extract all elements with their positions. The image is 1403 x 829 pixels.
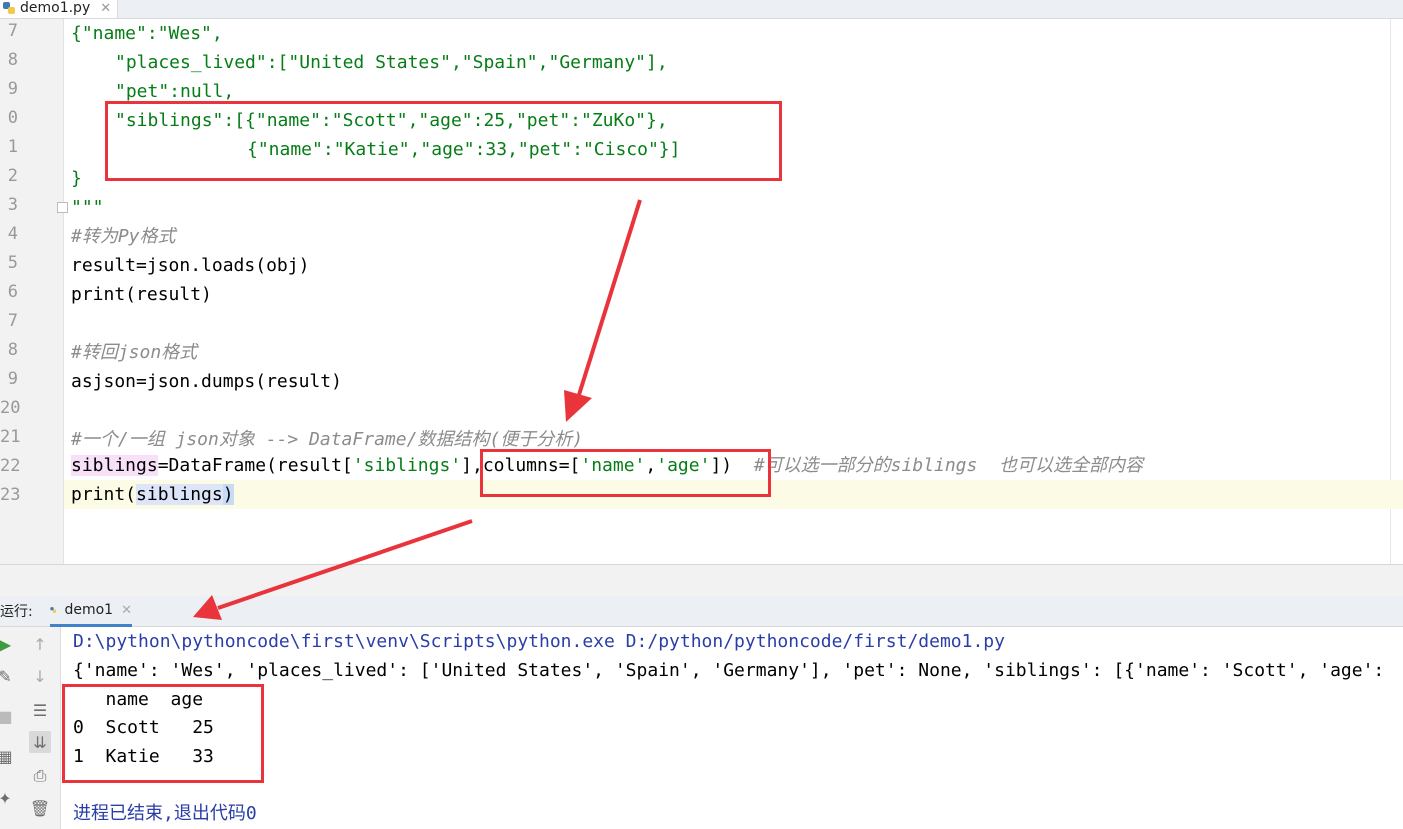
console-df-row: 1 Katie 33 <box>73 746 214 767</box>
code-line-13: """ <box>71 197 104 218</box>
line-number: 21 <box>0 427 21 447</box>
arrow-up-icon[interactable]: ↑ <box>29 633 51 655</box>
code-line-8: "places_lived":["United States","Spain",… <box>115 52 668 73</box>
code-comment-18: #转回json格式 <box>71 342 198 363</box>
run-tab-label: demo1 <box>64 602 114 618</box>
run-console[interactable]: D:\python\pythoncode\first\venv\Scripts\… <box>61 627 1403 829</box>
code-line-10: "siblings":[{"name":"Scott","age":25,"pe… <box>115 110 668 131</box>
console-dict-output: {'name': 'Wes', 'places_lived': ['United… <box>73 660 1385 681</box>
trash-icon[interactable]: 🗑 <box>29 797 51 819</box>
print-icon[interactable]: ⎙ <box>29 765 51 787</box>
line-number: 4 <box>7 224 18 244</box>
stop-icon[interactable]: ■ <box>0 705 16 727</box>
scroll-to-end-icon[interactable]: ⇊ <box>29 731 51 753</box>
code-string: 'siblings' <box>352 455 462 476</box>
rerun-icon[interactable]: ▶ <box>0 633 16 655</box>
python-icon <box>50 607 57 613</box>
line-number: 9 <box>7 79 18 99</box>
current-line-highlight <box>64 480 1403 509</box>
line-number: 1 <box>7 137 18 157</box>
layout-icon[interactable]: ▦ <box>0 745 16 767</box>
code-string: "pet": <box>115 81 181 102</box>
arrow-down-icon[interactable]: ↓ <box>29 665 51 687</box>
code-line-19: asjson=json.dumps(result) <box>71 371 342 392</box>
console-df-row: 0 Scott 25 <box>73 717 214 738</box>
code-variable: siblings <box>71 455 158 476</box>
console-command: D:\python\pythoncode\first\venv\Scripts\… <box>73 631 1005 652</box>
console-exit-message: 进程已结束,退出代码0 <box>73 803 257 824</box>
code-line-9: "pet":null, <box>115 77 234 106</box>
code-line-7: {"name":"Wes", <box>71 23 223 44</box>
line-number: 23 <box>0 485 21 505</box>
code-editor[interactable]: 7 8 9 0 1 2 3 4 5 6 7 8 9 20 21 22 23 {"… <box>0 19 1403 564</box>
run-tab-demo1[interactable]: demo1 ✕ <box>50 596 132 627</box>
wrench-icon[interactable]: ✎ <box>0 665 16 687</box>
pin-icon[interactable]: ✦ <box>0 787 16 809</box>
code-line-15: result=json.loads(obj) <box>71 255 310 276</box>
code-line-23: print(siblings) <box>71 480 234 509</box>
line-number: 2 <box>7 166 18 186</box>
code-string: 'name' <box>580 455 646 476</box>
line-number: 7 <box>7 21 18 41</box>
soft-wrap-icon[interactable]: ☰ <box>29 699 51 721</box>
line-number: 8 <box>7 340 18 360</box>
fold-marker-icon[interactable] <box>57 202 68 213</box>
code-string: 'age' <box>656 455 711 476</box>
line-number: 20 <box>0 398 21 418</box>
line-number: 0 <box>7 108 18 128</box>
code-null: null <box>180 81 224 102</box>
code-comment-21: #一个/一组 json对象 --> DataFrame/数据结构(便于分析) <box>71 429 584 450</box>
run-toolbar: ↑ ↓ ☰ ⇊ ⎙ 🗑 <box>20 627 61 829</box>
code-line-11: {"name":"Katie","age":33,"pet":"Cisco"}] <box>247 139 681 160</box>
line-number: 7 <box>7 311 18 331</box>
code-comment: #可以选一部分的siblings 也可以选全部内容 <box>753 455 1144 476</box>
editor-tab-label: demo1.py <box>20 0 91 16</box>
run-toolbar-outer: ▶ ✎ ■ ▦ ✦ <box>0 627 20 829</box>
code-comment-14: #转为Py格式 <box>71 226 176 247</box>
code-punct: , <box>223 81 235 102</box>
code-text: print( <box>71 484 137 505</box>
line-number: 6 <box>7 282 18 302</box>
code-line-12: } <box>71 168 82 189</box>
code-text: , <box>645 455 657 476</box>
python-file-icon <box>3 2 15 14</box>
line-number: 3 <box>7 195 18 215</box>
code-text: ]) <box>710 455 733 476</box>
code-line-22: siblings=DataFrame(result['siblings'],co… <box>71 451 1143 480</box>
line-number-gutter: 7 8 9 0 1 2 3 4 5 6 7 8 9 20 21 22 23 <box>0 19 68 564</box>
line-number: 5 <box>7 253 18 273</box>
line-number: 9 <box>7 369 18 389</box>
code-line-16: print(result) <box>71 284 212 305</box>
code-text: =DataFrame(result[ <box>157 455 353 476</box>
line-number: 22 <box>0 456 21 476</box>
code-text: ],columns=[ <box>461 455 581 476</box>
run-panel-label: 运行: <box>0 604 33 620</box>
run-panel-header: 运行: demo1 ✕ <box>0 596 1403 627</box>
close-icon[interactable]: ✕ <box>121 603 132 618</box>
code-text: ) <box>222 484 234 505</box>
panel-splitter[interactable] <box>0 564 1403 597</box>
line-number: 8 <box>7 50 18 70</box>
console-df-header: name age <box>73 689 204 710</box>
editor-tab-demo1[interactable]: demo1.py ✕ <box>0 0 119 18</box>
close-icon[interactable]: ✕ <box>100 1 111 16</box>
code-variable: siblings <box>136 484 223 505</box>
editor-tab-bar: demo1.py ✕ <box>0 0 1403 19</box>
